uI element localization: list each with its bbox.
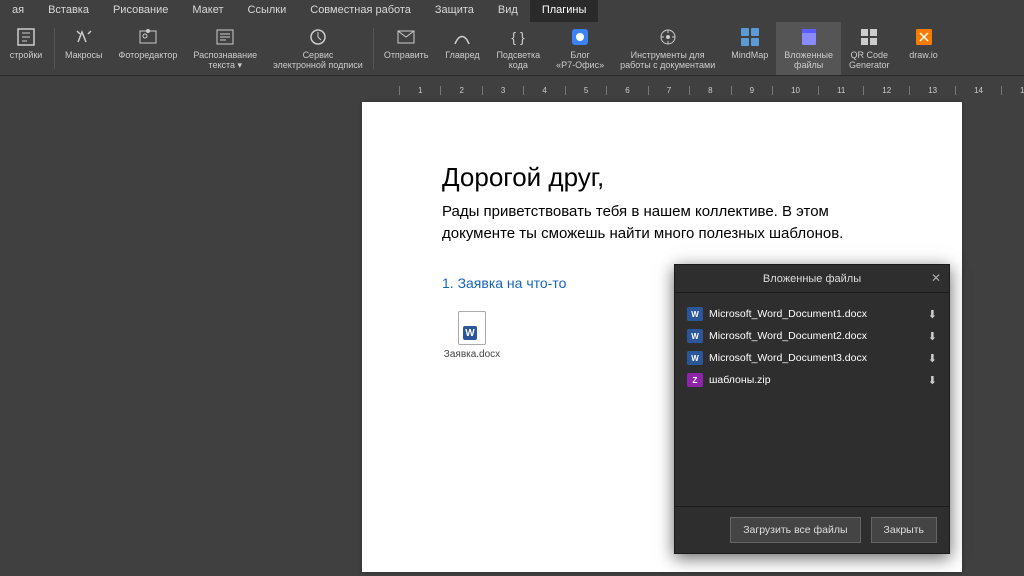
- word-file-icon: W: [687, 351, 703, 365]
- toolbar-вложенные[interactable]: Вложенные файлы: [776, 22, 841, 75]
- menu-рисование[interactable]: Рисование: [101, 0, 180, 22]
- tool-icon: [395, 26, 417, 48]
- toolbar-подсветка[interactable]: { } Подсветка кода: [488, 22, 548, 75]
- menu-совместная работа[interactable]: Совместная работа: [298, 0, 423, 22]
- menu-вставка[interactable]: Вставка: [36, 0, 101, 22]
- tool-icon: [913, 26, 935, 48]
- tool-label: Макросы: [65, 50, 103, 60]
- tool-label: Сервис электронной подписи: [273, 50, 363, 70]
- panel-file-row[interactable]: W Microsoft_Word_Document3.docx ⬇: [685, 347, 939, 369]
- file-name: Microsoft_Word_Document3.docx: [709, 352, 867, 364]
- embedded-file-label: Заявка.docx: [442, 349, 502, 360]
- tool-label: QR Code Generator: [849, 50, 890, 70]
- panel-footer: Загрузить все файлы Закрыть: [675, 506, 949, 553]
- tool-label: MindMap: [731, 50, 768, 60]
- toolbar-отправить[interactable]: Отправить: [376, 22, 437, 75]
- panel-file-row[interactable]: W Microsoft_Word_Document1.docx ⬇: [685, 303, 939, 325]
- panel-file-list: W Microsoft_Word_Document1.docx ⬇ W Microsof…: [675, 293, 949, 506]
- download-icon[interactable]: ⬇: [928, 374, 937, 387]
- tool-label: Распознавание текста ▾: [193, 50, 257, 70]
- tool-icon: [798, 26, 820, 48]
- zip-file-icon: Z: [687, 373, 703, 387]
- tool-label: Подсветка кода: [496, 50, 540, 70]
- word-file-icon: [458, 311, 486, 345]
- tool-icon: [657, 26, 679, 48]
- tool-icon: [73, 26, 95, 48]
- tool-icon: [739, 26, 761, 48]
- menu-плагины[interactable]: Плагины: [530, 0, 599, 22]
- horizontal-ruler: 1234567891011121314151617: [362, 82, 1024, 98]
- tool-label: Инструменты для работы с документами: [620, 50, 715, 70]
- panel-title: Вложенные файлы: [763, 273, 861, 285]
- toolbar-mindmap[interactable]: MindMap: [723, 22, 776, 75]
- svg-text:{ }: { }: [512, 29, 526, 45]
- toolbar-распознавание[interactable]: Распознавание текста ▾: [185, 22, 265, 75]
- toolbar-макросы[interactable]: Макросы: [57, 22, 111, 75]
- tool-icon: [307, 26, 329, 48]
- tool-label: стройки: [10, 50, 43, 60]
- close-icon[interactable]: ✕: [931, 271, 941, 285]
- tool-icon: [214, 26, 236, 48]
- toolbar-draw-io[interactable]: draw.io: [898, 22, 950, 75]
- download-icon[interactable]: ⬇: [928, 308, 937, 321]
- toolbar-фоторедактор[interactable]: Фоторедактор: [111, 22, 186, 75]
- word-file-icon: W: [687, 307, 703, 321]
- tool-icon: [137, 26, 159, 48]
- panel-header: Вложенные файлы ✕: [675, 265, 949, 293]
- tool-icon: { }: [507, 26, 529, 48]
- doc-body: Рады приветствовать тебя в нашем коллект…: [442, 201, 882, 245]
- tool-icon: [15, 26, 37, 48]
- tool-label: Отправить: [384, 50, 429, 60]
- doc-heading: Дорогой друг,: [442, 162, 882, 193]
- toolbar-стройки[interactable]: стройки: [0, 22, 52, 75]
- close-button[interactable]: Закрыть: [871, 517, 937, 543]
- tool-label: Блог «Р7-Офис»: [556, 50, 604, 70]
- file-name: Microsoft_Word_Document1.docx: [709, 308, 867, 320]
- download-all-button[interactable]: Загрузить все файлы: [730, 517, 860, 543]
- toolbar-qr-code[interactable]: QR Code Generator: [841, 22, 898, 75]
- tool-label: Вложенные файлы: [784, 50, 833, 70]
- toolbar-инструменты-для[interactable]: Инструменты для работы с документами: [612, 22, 723, 75]
- tool-icon: [451, 26, 473, 48]
- embedded-file[interactable]: Заявка.docx: [442, 311, 502, 360]
- tool-icon: [858, 26, 880, 48]
- attachments-panel: Вложенные файлы ✕ W Microsoft_Word_Docume…: [674, 264, 950, 554]
- toolbar-блог[interactable]: Блог «Р7-Офис»: [548, 22, 612, 75]
- tool-label: Главред: [445, 50, 479, 60]
- plugins-toolbar: стройки Макросы Фоторедактор Распознавание …: [0, 22, 1024, 76]
- tool-icon: [569, 26, 591, 48]
- download-icon[interactable]: ⬇: [928, 330, 937, 343]
- tool-label: Фоторедактор: [119, 50, 178, 60]
- word-file-icon: W: [687, 329, 703, 343]
- download-icon[interactable]: ⬇: [928, 352, 937, 365]
- menu-ая[interactable]: ая: [0, 0, 36, 22]
- menu-вид[interactable]: Вид: [486, 0, 530, 22]
- panel-file-row[interactable]: W Microsoft_Word_Document2.docx ⬇: [685, 325, 939, 347]
- menu-макет[interactable]: Макет: [180, 0, 235, 22]
- tool-label: draw.io: [909, 50, 938, 60]
- toolbar-сервис[interactable]: Сервис электронной подписи: [265, 22, 371, 75]
- menu-ссылки[interactable]: Ссылки: [236, 0, 299, 22]
- panel-file-row[interactable]: Zшаблоны.zip ⬇: [685, 369, 939, 391]
- menu-bar: аяВставкаРисованиеМакетСсылкиСовместная …: [0, 0, 1024, 22]
- toolbar-главред[interactable]: Главред: [436, 22, 488, 75]
- file-name: шаблоны.zip: [709, 374, 771, 386]
- menu-защита[interactable]: Защита: [423, 0, 486, 22]
- file-name: Microsoft_Word_Document2.docx: [709, 330, 867, 342]
